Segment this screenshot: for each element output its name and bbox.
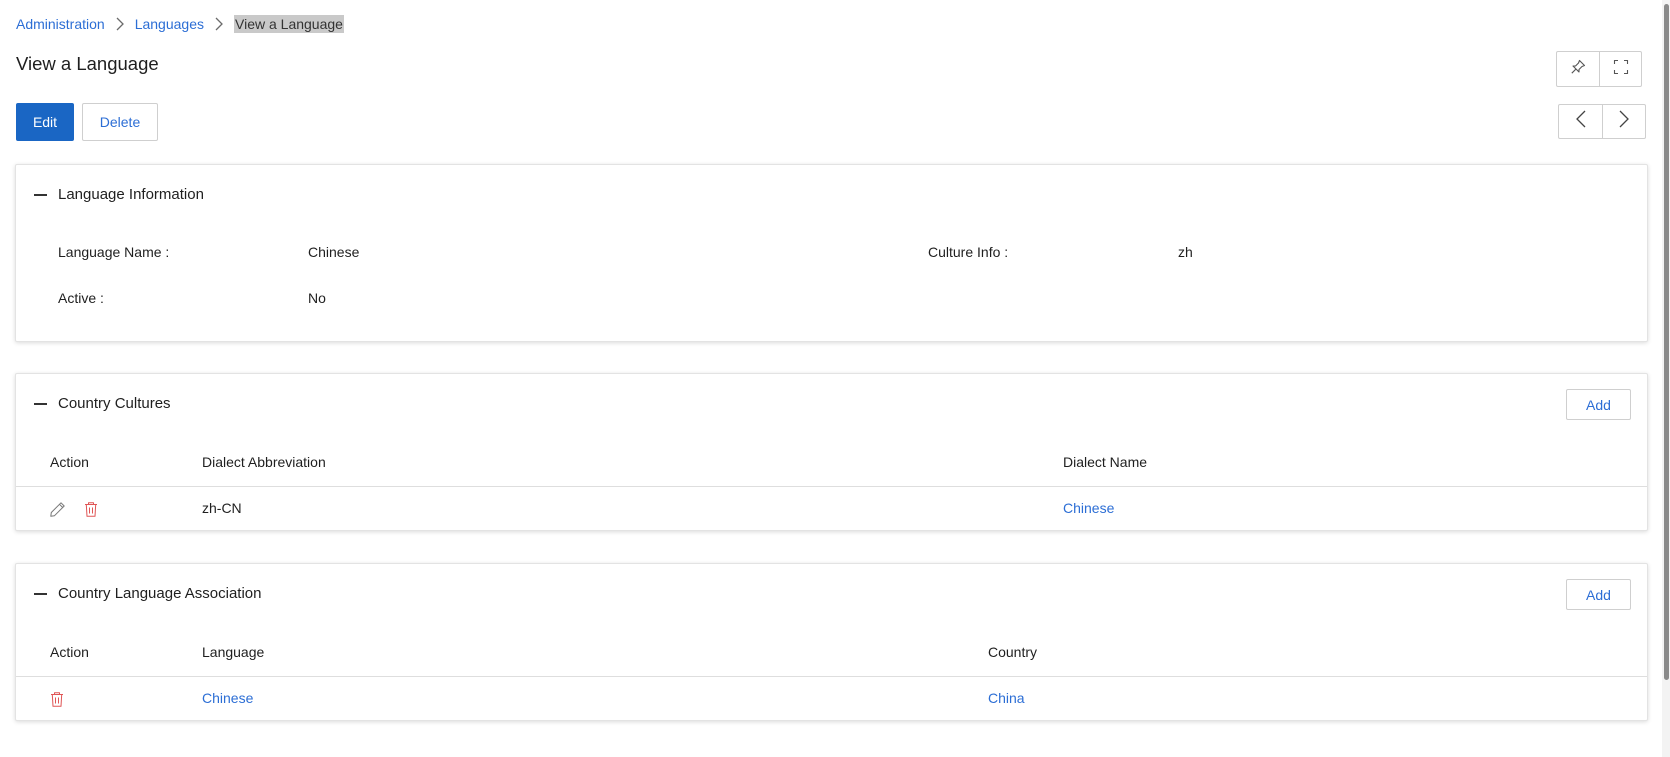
edit-pencil-icon[interactable] <box>48 500 66 518</box>
chevron-right-icon <box>1618 110 1630 133</box>
panel-header: Language Information <box>16 165 1647 225</box>
language-name-value: Chinese <box>308 244 360 260</box>
fullscreen-button[interactable] <box>1599 52 1641 86</box>
column-header-language: Language <box>202 644 265 660</box>
collapse-icon[interactable] <box>32 187 48 203</box>
pin-button[interactable] <box>1557 52 1599 86</box>
fullscreen-icon <box>1613 59 1629 80</box>
scrollbar-thumb[interactable] <box>1664 4 1669 680</box>
delete-trash-icon[interactable] <box>82 500 100 518</box>
vertical-scrollbar[interactable] <box>1662 0 1670 757</box>
collapse-icon[interactable] <box>32 586 48 602</box>
column-header-action: Action <box>50 454 89 470</box>
breadcrumb-administration[interactable]: Administration <box>16 16 105 32</box>
breadcrumb-languages[interactable]: Languages <box>135 16 204 32</box>
language-information-panel: Language Information Language Name : Chi… <box>15 164 1648 342</box>
table-divider <box>16 486 1647 487</box>
view-options <box>1556 51 1642 87</box>
country-language-association-panel: Country Language Association Add Action … <box>15 563 1648 721</box>
add-country-culture-button[interactable]: Add <box>1566 389 1631 420</box>
language-link[interactable]: Chinese <box>202 690 253 706</box>
delete-trash-icon[interactable] <box>48 690 66 708</box>
column-header-dialect-name: Dialect Name <box>1063 454 1148 470</box>
page-title: View a Language <box>16 53 159 74</box>
panel-title: Country Language Association <box>58 585 262 602</box>
country-cultures-panel: Country Cultures Add Action Dialect Abbr… <box>15 373 1648 531</box>
panel-header: Country Cultures Add <box>16 374 1647 434</box>
dialect-abbreviation-cell: zh-CN <box>202 500 242 516</box>
panel-header: Country Language Association Add <box>16 564 1647 624</box>
next-record-button[interactable] <box>1602 105 1645 138</box>
panel-title: Language Information <box>58 186 204 203</box>
active-value: No <box>308 290 326 306</box>
culture-info-label: Culture Info : <box>928 244 1009 260</box>
delete-button[interactable]: Delete <box>82 103 158 141</box>
table-divider <box>16 676 1647 677</box>
breadcrumb: Administration Languages View a Language <box>16 14 344 34</box>
column-header-country: Country <box>988 644 1038 660</box>
culture-info-value: zh <box>1178 244 1193 260</box>
chevron-right-icon <box>204 14 234 34</box>
dialect-name-link[interactable]: Chinese <box>1063 500 1114 516</box>
record-navigation <box>1558 104 1646 139</box>
column-header-action: Action <box>50 644 89 660</box>
edit-button[interactable]: Edit <box>16 103 74 141</box>
panel-title: Country Cultures <box>58 395 171 412</box>
active-label: Active : <box>58 290 104 306</box>
collapse-icon[interactable] <box>32 396 48 412</box>
breadcrumb-current: View a Language <box>234 15 344 33</box>
language-name-label: Language Name : <box>58 244 170 260</box>
column-header-dialect-abbreviation: Dialect Abbreviation <box>202 454 326 470</box>
country-link[interactable]: China <box>988 690 1025 706</box>
previous-record-button[interactable] <box>1559 105 1602 138</box>
chevron-left-icon <box>1575 110 1587 133</box>
chevron-right-icon <box>105 14 135 34</box>
add-country-language-button[interactable]: Add <box>1566 579 1631 610</box>
pin-icon <box>1570 59 1586 80</box>
